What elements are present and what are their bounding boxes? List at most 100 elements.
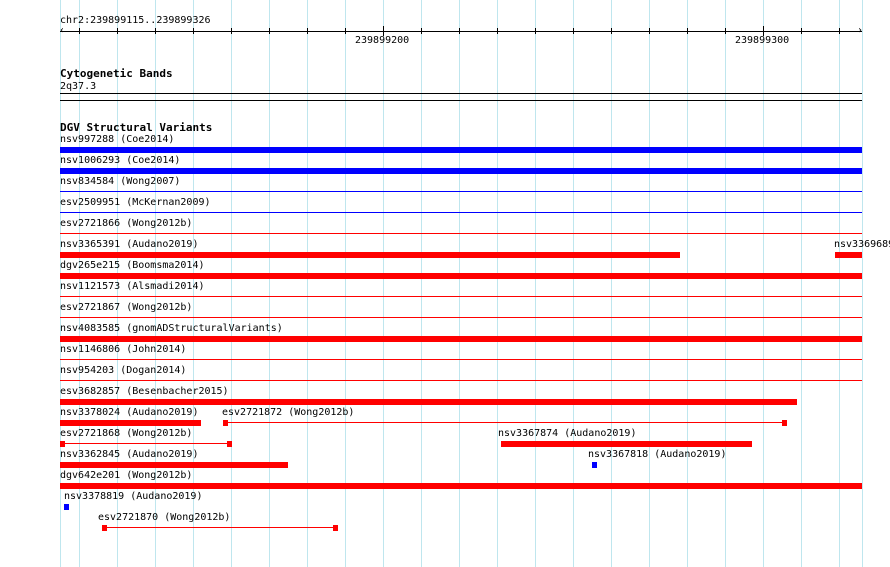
grid-line [383,0,384,567]
ruler-minor-tick [269,28,270,34]
grid-line [687,0,688,567]
ruler-minor-tick [497,28,498,34]
feature-line[interactable] [60,359,862,360]
grid-line [801,0,802,567]
ruler-right-arrow: › [857,25,864,36]
feature-label[interactable]: dgv642e201 (Wong2012b) [60,470,192,481]
ruler-minor-tick [649,28,650,34]
feature-bar[interactable] [60,252,680,258]
feature-bar[interactable] [60,462,288,468]
feature-label[interactable]: nsv3378819 (Audano2019) [64,491,202,502]
grid-line [535,0,536,567]
grid-line [307,0,308,567]
ruler-left-arrow: ‹ [59,25,66,36]
grid-line [497,0,498,567]
feature-end-cap[interactable] [227,441,232,447]
grid-line [573,0,574,567]
feature-start-cap[interactable] [102,525,107,531]
feature-end-cap[interactable] [333,525,338,531]
feature-label[interactable]: esv2721866 (Wong2012b) [60,218,192,229]
cytoband-bar-bottom [60,100,862,101]
feature-end-cap[interactable] [782,420,787,426]
ruler-minor-tick [155,28,156,34]
feature-label[interactable]: nsv3362845 (Audano2019) [60,449,198,460]
feature-connector[interactable] [223,422,786,423]
feature-label[interactable]: nsv3365391 (Audano2019) [60,239,198,250]
feature-label[interactable]: nsv3367874 (Audano2019) [498,428,636,439]
ruler-minor-tick [345,28,346,34]
ruler-minor-tick [459,28,460,34]
feature-label[interactable]: nsv1121573 (Alsmadi2014) [60,281,205,292]
feature-label[interactable]: nsv3378024 (Audano2019) [60,407,198,418]
ruler-minor-tick [193,28,194,34]
feature-label[interactable]: nsv834584 (Wong2007) [60,176,180,187]
feature-label[interactable]: nsv3367818 (Audano2019) [588,449,726,460]
feature-bar[interactable] [60,147,862,153]
feature-line[interactable] [60,380,862,381]
ruler-minor-tick [79,28,80,34]
ruler-major-label: 239899300 [735,35,790,46]
dgv-track-title: DGV Structural Variants [60,121,213,134]
ruler-minor-tick [687,28,688,34]
feature-label[interactable]: nsv954203 (Dogan2014) [60,365,186,376]
grid-line [231,0,232,567]
cytoband-label: 2q37.3 [60,81,97,92]
grid-line [611,0,612,567]
ruler-minor-tick [611,28,612,34]
grid-line [269,0,270,567]
ruler-axis [60,31,862,32]
ruler-minor-tick [117,28,118,34]
ruler-minor-tick [231,28,232,34]
grid-line [839,0,840,567]
ruler-minor-tick [725,28,726,34]
ruler-minor-tick [307,28,308,34]
grid-line [421,0,422,567]
feature-label[interactable]: dgv265e215 (Boomsma2014) [60,260,205,271]
feature-label[interactable]: esv2721870 (Wong2012b) [98,512,230,523]
feature-bar[interactable] [60,399,797,405]
ruler-minor-tick [801,28,802,34]
ruler-minor-tick [839,28,840,34]
grid-line [649,0,650,567]
grid-line [763,0,764,567]
feature-line[interactable] [60,233,862,234]
cytoband-bar-top [60,93,862,94]
feature-bar[interactable] [501,441,752,447]
feature-connector[interactable] [60,443,231,444]
ruler-minor-tick [421,28,422,34]
feature-box[interactable] [592,462,597,468]
feature-bar[interactable] [60,420,201,426]
ruler-minor-tick [573,28,574,34]
grid-line [725,0,726,567]
feature-label[interactable]: esv2509951 (McKernan2009) [60,197,211,208]
cytoband-track-title: Cytogenetic Bands [60,67,173,80]
region-label: chr2:239899115..239899326 [60,15,211,26]
feature-bar[interactable] [60,483,862,489]
feature-line[interactable] [60,317,862,318]
feature-bar[interactable] [60,273,862,279]
feature-line[interactable] [60,191,862,192]
feature-label[interactable]: nsv4083585 (gnomADStructuralVariants) [60,323,283,334]
feature-label[interactable]: nsv997288 (Coe2014) [60,134,174,145]
grid-line [862,0,863,567]
feature-bar[interactable] [60,336,862,342]
feature-label[interactable]: esv2721868 (Wong2012b) [60,428,192,439]
feature-bar[interactable] [60,168,862,174]
ruler-major-label: 239899200 [355,35,410,46]
feature-label[interactable]: nsv3369689 [834,239,890,250]
feature-start-cap[interactable] [223,420,228,426]
feature-line[interactable] [60,296,862,297]
feature-label[interactable]: esv3682857 (Besenbacher2015) [60,386,229,397]
feature-label[interactable]: esv2721872 (Wong2012b) [222,407,354,418]
feature-line[interactable] [60,212,862,213]
grid-line [459,0,460,567]
feature-label[interactable]: esv2721867 (Wong2012b) [60,302,192,313]
feature-box[interactable] [64,504,69,510]
feature-label[interactable]: nsv1146806 (John2014) [60,344,186,355]
ruler-minor-tick [535,28,536,34]
feature-label[interactable]: nsv1006293 (Coe2014) [60,155,180,166]
grid-line [345,0,346,567]
feature-start-cap[interactable] [60,441,65,447]
feature-connector[interactable] [102,527,337,528]
feature-bar[interactable] [835,252,862,258]
